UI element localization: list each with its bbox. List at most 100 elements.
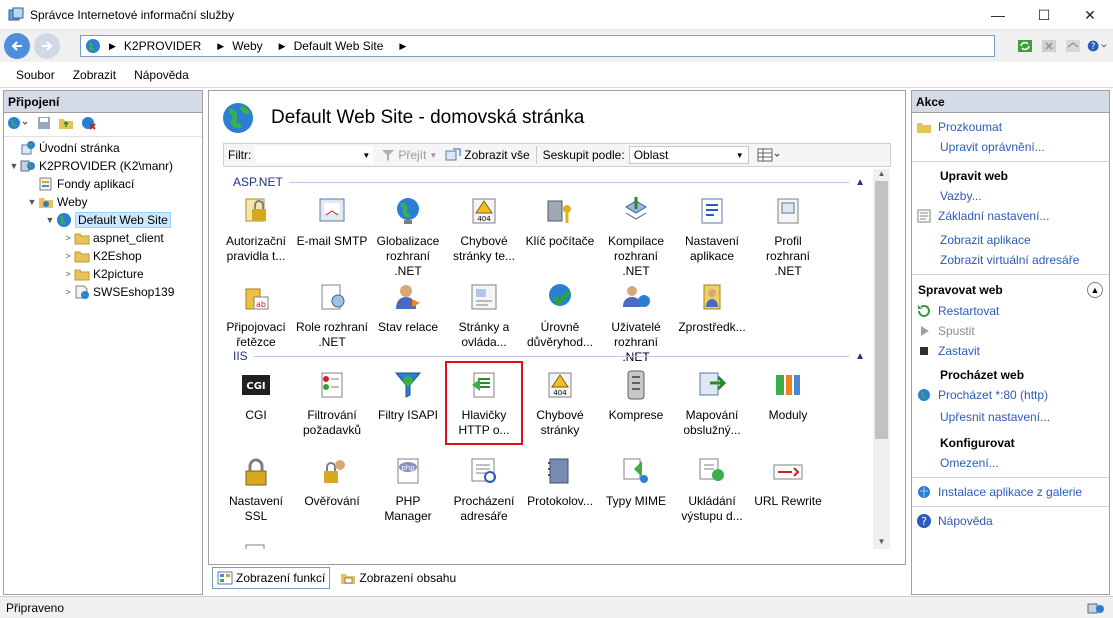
collapse-caret-icon[interactable]: ▲	[855, 177, 865, 188]
feature-tile[interactable]: Zprostředk...	[675, 275, 749, 355]
collapse-caret-icon[interactable]: ▲	[855, 351, 865, 362]
disconnect-button[interactable]	[80, 115, 96, 134]
feature-tile[interactable]: Protokolov...	[523, 449, 597, 529]
tree-expander[interactable]: >	[62, 287, 74, 297]
up-level-button[interactable]	[58, 115, 74, 134]
bindings-link[interactable]: Vazby...	[912, 186, 1109, 206]
menu-file[interactable]: Soubor	[16, 68, 55, 82]
feature-tile[interactable]: Globalizace rozhraní .NET	[371, 189, 445, 278]
help-button[interactable]: ?	[1087, 36, 1107, 56]
home-button[interactable]	[1063, 36, 1083, 56]
edit-permissions-link[interactable]: Upravit oprávnění...	[912, 137, 1109, 157]
feature-tile[interactable]: Typy MIME	[599, 449, 673, 529]
close-button[interactable]: ✕	[1067, 0, 1113, 30]
breadcrumb-sites[interactable]: Weby	[232, 39, 262, 53]
feature-tile[interactable]: Úrovně důvěryhod...	[523, 275, 597, 355]
tree-item-app-pools[interactable]: Fondy aplikací	[4, 175, 202, 193]
view-mode-button[interactable]	[757, 148, 781, 162]
breadcrumb-server[interactable]: K2PROVIDER	[124, 39, 201, 53]
restart-link[interactable]: Restartovat	[912, 301, 1109, 321]
feature-tile[interactable]: Mapování obslužný...	[675, 363, 749, 443]
go-button[interactable]: Přejít ▼	[381, 148, 437, 162]
feature-tile[interactable]: Ověřování	[295, 449, 369, 529]
dropdown-arrow-icon[interactable]: ▼	[362, 151, 370, 160]
vertical-scrollbar[interactable]: ▲ ▼	[873, 169, 890, 549]
scroll-down-arrow-icon[interactable]: ▼	[873, 537, 890, 549]
feature-tile[interactable]: CGI CGI	[223, 363, 293, 443]
start-link[interactable]: Spustit	[912, 321, 1109, 341]
feature-tile[interactable]: Autorizační pravidla t...	[223, 189, 293, 269]
tree-item-sites[interactable]: ▼ Weby	[4, 193, 202, 211]
feature-tile[interactable]: Hlavičky HTTP o...	[445, 361, 523, 445]
tree-expander[interactable]: >	[62, 269, 74, 279]
tree-expander[interactable]: >	[62, 233, 74, 243]
feature-tile[interactable]: Klíč počítače	[523, 189, 597, 269]
tree-expander[interactable]: >	[62, 251, 74, 261]
go-label: Přejít	[398, 148, 427, 162]
tree-item-aspnet-client[interactable]: > aspnet_client	[4, 229, 202, 247]
view-applications-link[interactable]: Zobrazit aplikace	[912, 230, 1109, 250]
feature-tile[interactable]: Ukládání výstupu d...	[675, 449, 749, 529]
feature-tile[interactable]: Role rozhraní .NET	[295, 275, 369, 355]
tree-item-k2picture[interactable]: > K2picture	[4, 265, 202, 283]
feature-tile[interactable]: Filtry ISAPI	[371, 363, 445, 443]
browse-port-link[interactable]: Procházet *:80 (http)	[912, 385, 1109, 405]
feature-tile[interactable]: Moduly	[751, 363, 825, 443]
connect-button[interactable]	[6, 115, 30, 134]
feature-tile[interactable]: 404 Chybové stránky	[523, 363, 597, 443]
tree-item-swseshop139[interactable]: > SWSEshop139	[4, 283, 202, 301]
view-virtual-directories-link[interactable]: Zobrazit virtuální adresáře	[912, 250, 1109, 270]
advanced-settings-link[interactable]: Upřesnit nastavení...	[912, 407, 1109, 427]
show-all-button[interactable]: Zobrazit vše	[445, 148, 530, 162]
maximize-button[interactable]: ☐	[1021, 0, 1067, 30]
tree-expander[interactable]: ▼	[8, 161, 20, 171]
scroll-thumb[interactable]	[875, 181, 888, 439]
tree-expander[interactable]: ▼	[44, 215, 56, 225]
scroll-up-arrow-icon[interactable]: ▲	[873, 169, 890, 181]
stop-loading-button[interactable]	[1039, 36, 1059, 56]
filter-input[interactable]: ▼	[255, 146, 374, 164]
collapse-chevron-up-icon[interactable]: ▲	[1087, 282, 1103, 298]
feature-tile[interactable]: Nastavení SSL	[223, 449, 293, 529]
feature-tile[interactable]: Komprese	[599, 363, 673, 443]
feature-tile[interactable]: 404 Chybové stránky te...	[447, 189, 521, 269]
feature-tile[interactable]: Nastavení aplikace	[675, 189, 749, 269]
forward-button[interactable]	[34, 33, 60, 59]
feature-tile[interactable]: Uživatelé rozhraní .NET	[599, 275, 673, 364]
minimize-button[interactable]: —	[975, 0, 1021, 30]
feature-tile[interactable]: Stránky a ovláda...	[447, 275, 521, 355]
tree-item-k2eshop[interactable]: > K2Eshop	[4, 247, 202, 265]
feature-tile[interactable]: Profil rozhraní .NET	[751, 189, 825, 278]
menu-view[interactable]: Zobrazit	[73, 68, 116, 82]
explore-link[interactable]: Prozkoumat	[912, 117, 1109, 137]
tree-item-server[interactable]: ▼ K2PROVIDER (K2\manr)	[4, 157, 202, 175]
feature-tile[interactable]: Procházení adresáře	[447, 449, 521, 529]
tree-expander[interactable]: ▼	[26, 197, 38, 207]
stop-link[interactable]: Zastavit	[912, 341, 1109, 361]
breadcrumb-site[interactable]: Default Web Site	[294, 39, 384, 53]
group-by-select[interactable]: Oblast ▼	[628, 146, 749, 164]
feature-tile[interactable]: Filtrování požadavků	[295, 363, 369, 443]
basic-settings-link[interactable]: Základní nastavení...	[912, 206, 1109, 226]
tree-item-start-page[interactable]: Úvodní stránka	[4, 139, 202, 157]
tree-item-default-web-site[interactable]: ▼ Default Web Site	[4, 211, 202, 229]
address-bar[interactable]: ▶ K2PROVIDER ▶ Weby ▶ Default Web Site ▶	[80, 35, 995, 57]
menu-help[interactable]: Nápověda	[134, 68, 189, 82]
refresh-button[interactable]	[1015, 36, 1035, 56]
feature-tile[interactable]: URL Rewrite	[751, 449, 825, 529]
help-link[interactable]: ? Nápověda	[912, 511, 1109, 531]
feature-tile[interactable]: php PHP Manager	[371, 449, 445, 529]
section-header-aspnet[interactable]: ASP.NET ▲	[233, 175, 865, 189]
section-header-iis[interactable]: IIS ▲	[233, 349, 865, 363]
tab-features-view[interactable]: Zobrazení funkcí	[212, 567, 331, 589]
install-gallery-link[interactable]: Instalace aplikace z galerie	[912, 482, 1109, 502]
feature-tile[interactable]	[223, 535, 293, 549]
tab-content-view[interactable]: Zobrazení obsahu	[336, 568, 460, 588]
save-connections-button[interactable]	[36, 115, 52, 134]
limits-link[interactable]: Omezení...	[912, 453, 1109, 473]
feature-tile[interactable]: E-mail SMTP	[295, 189, 369, 269]
feature-tile[interactable]: Stav relace	[371, 275, 445, 355]
feature-tile[interactable]: Kompilace rozhraní .NET	[599, 189, 673, 278]
feature-tile[interactable]: ab Připojovací řetězce	[223, 275, 293, 355]
back-button[interactable]	[4, 33, 30, 59]
